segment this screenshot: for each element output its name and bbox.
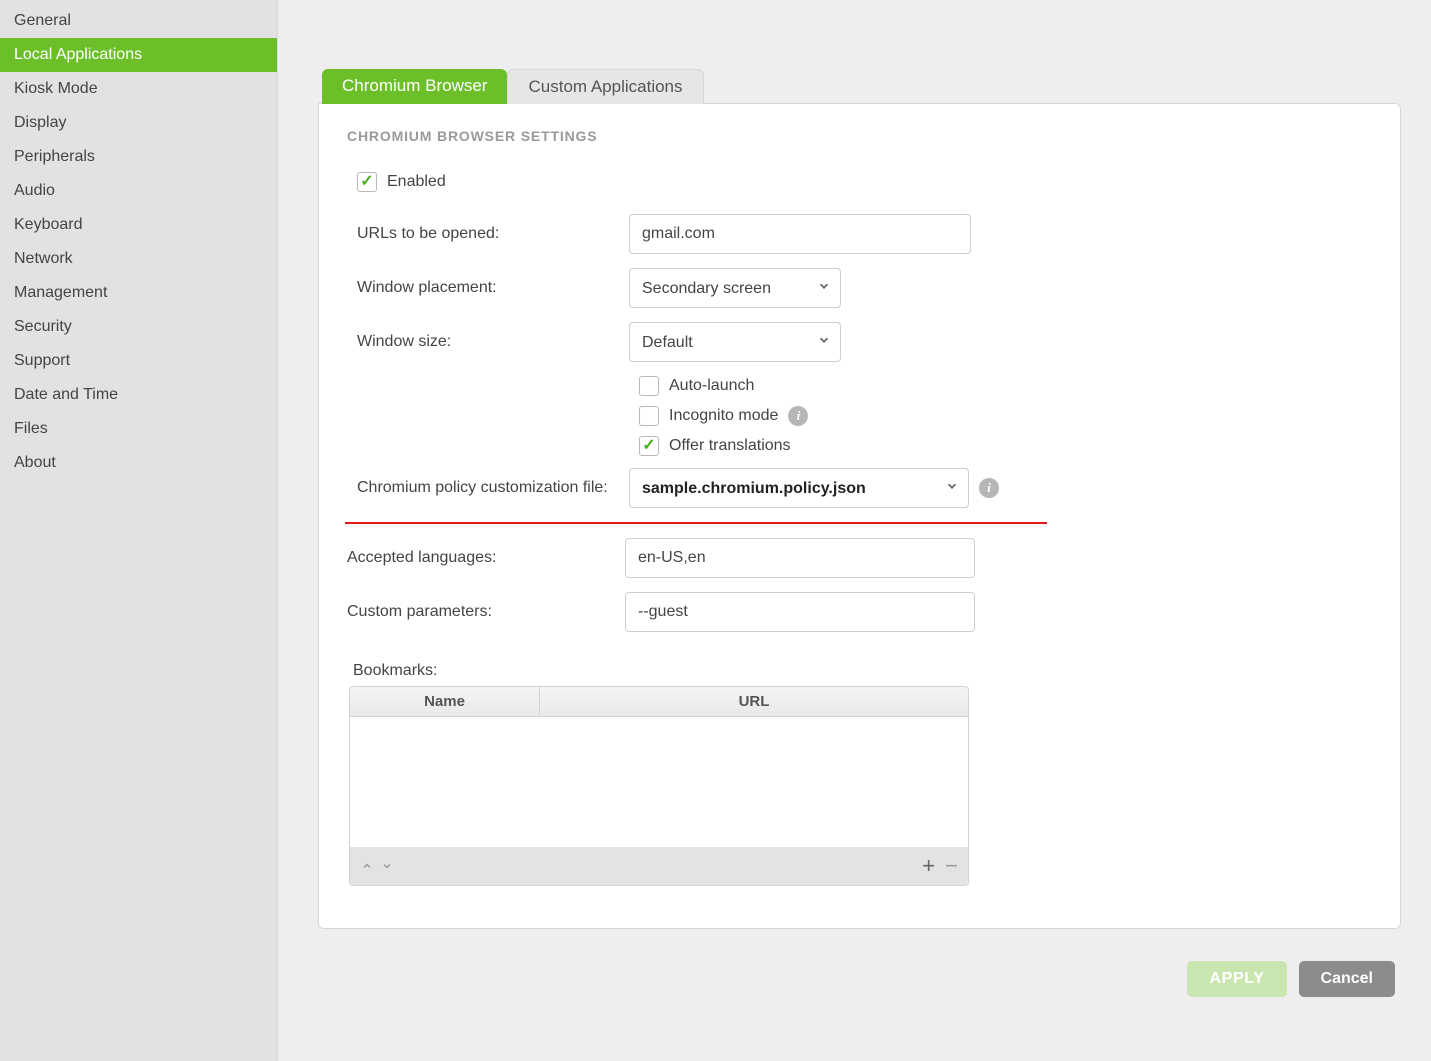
tabs: Chromium Browser Custom Applications [322,68,1401,103]
bookmarks-header-url[interactable]: URL [540,687,968,716]
bottom-bar: APPLY Cancel [318,961,1401,997]
incognito-checkbox[interactable] [639,406,659,426]
section-title: Chromium Browser Settings [347,128,1372,144]
policy-label: Chromium policy customization file: [347,479,629,497]
placement-select-wrap: Secondary screen [629,268,841,308]
translations-checkbox[interactable] [639,436,659,456]
sidebar-item-about[interactable]: About [0,446,277,480]
translations-label: Offer translations [669,437,791,455]
sidebar-item-peripherals[interactable]: Peripherals [0,140,277,174]
bookmarks-label: Bookmarks: [347,662,1372,680]
urls-label: URLs to be opened: [347,225,629,243]
sidebar-item-network[interactable]: Network [0,242,277,276]
policy-select-wrap: sample.chromium.policy.json [629,468,969,508]
sidebar-item-date-and-time[interactable]: Date and Time [0,378,277,412]
bookmarks-header-name[interactable]: Name [350,687,540,716]
row-policy: Chromium policy customization file: samp… [347,468,1372,508]
size-select-wrap: Default [629,322,841,362]
sidebar: General Local Applications Kiosk Mode Di… [0,0,278,1061]
row-urls: URLs to be opened: [347,214,1372,254]
languages-input[interactable] [625,538,975,578]
sidebar-item-management[interactable]: Management [0,276,277,310]
sidebar-item-audio[interactable]: Audio [0,174,277,208]
move-up-icon[interactable] [360,856,374,877]
option-checkboxes: Auto-launch Incognito mode i Offer trans… [639,376,1372,456]
enabled-label: Enabled [387,173,446,191]
row-languages: Accepted languages: [347,538,1372,578]
row-placement: Window placement: Secondary screen [347,268,1372,308]
row-translations: Offer translations [639,436,1372,456]
add-icon[interactable]: + [922,853,935,879]
bookmarks-body[interactable] [350,717,968,847]
params-label: Custom parameters: [347,603,625,621]
placement-select[interactable]: Secondary screen [629,268,841,308]
autolaunch-label: Auto-launch [669,377,754,395]
info-icon[interactable]: i [788,406,808,426]
row-size: Window size: Default [347,322,1372,362]
sidebar-item-keyboard[interactable]: Keyboard [0,208,277,242]
size-label: Window size: [347,333,629,351]
app-root: General Local Applications Kiosk Mode Di… [0,0,1431,1061]
tab-chromium-browser[interactable]: Chromium Browser [322,69,507,104]
apply-button[interactable]: APPLY [1187,961,1286,997]
sidebar-item-security[interactable]: Security [0,310,277,344]
sidebar-item-general[interactable]: General [0,4,277,38]
placement-label: Window placement: [347,279,629,297]
bookmarks-footer: + − [350,847,968,885]
bookmarks-table: Name URL + − [349,686,969,886]
row-params: Custom parameters: [347,592,1372,632]
row-enabled: Enabled [347,164,1372,200]
highlight-underline [345,522,1047,524]
tab-custom-applications[interactable]: Custom Applications [507,69,703,104]
move-down-icon[interactable] [380,856,394,877]
content-area: Chromium Browser Custom Applications Chr… [278,0,1431,1061]
params-input[interactable] [625,592,975,632]
settings-panel: Chromium Browser Settings Enabled URLs t… [318,103,1401,929]
info-icon[interactable]: i [979,478,999,498]
languages-label: Accepted languages: [347,549,625,567]
bookmarks-header: Name URL [350,687,968,717]
sidebar-item-kiosk-mode[interactable]: Kiosk Mode [0,72,277,106]
cancel-button[interactable]: Cancel [1299,961,1395,997]
sidebar-item-display[interactable]: Display [0,106,277,140]
sidebar-item-local-applications[interactable]: Local Applications [0,38,277,72]
sidebar-item-support[interactable]: Support [0,344,277,378]
autolaunch-checkbox[interactable] [639,376,659,396]
row-incognito: Incognito mode i [639,406,1372,426]
size-select[interactable]: Default [629,322,841,362]
urls-input[interactable] [629,214,971,254]
incognito-label: Incognito mode [669,407,778,425]
policy-select[interactable]: sample.chromium.policy.json [629,468,969,508]
row-autolaunch: Auto-launch [639,376,1372,396]
remove-icon[interactable]: − [945,853,958,879]
sidebar-item-files[interactable]: Files [0,412,277,446]
enabled-checkbox[interactable] [357,172,377,192]
